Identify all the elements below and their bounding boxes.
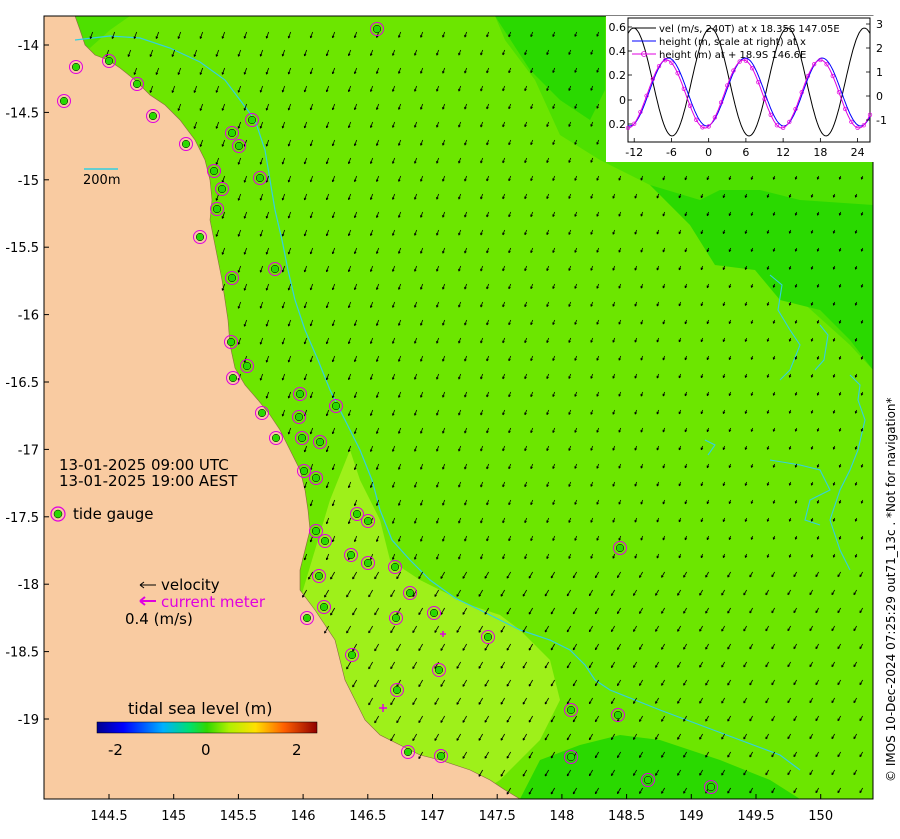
x-tick-label: 145 (161, 809, 186, 824)
inset-y-left-label: 0.2 (609, 118, 627, 131)
credit-text: © IMOS 10-Dec-2024 07:25:29 out71_13c . … (884, 397, 898, 782)
y-tick-label: -14 (18, 39, 39, 54)
colorbar-gradient (97, 722, 317, 733)
legend-tide-gauge-label: tide gauge (73, 505, 154, 523)
inset-x-tick-label: -6 (666, 146, 677, 159)
x-tick-label: 147.5 (479, 809, 516, 824)
inset-y-left-label: 0.2 (609, 69, 627, 82)
inset-y-right-label: -1 (876, 114, 887, 127)
inset-x-tick-label: 12 (776, 146, 790, 159)
inset-x-tick-label: 6 (742, 146, 749, 159)
x-tick-label: 146.5 (349, 809, 386, 824)
y-tick-label: -15 (18, 174, 39, 189)
y-tick-label: -16.5 (5, 376, 39, 391)
inset-legend-height-plus: height (m) at + 18.9S 146.6E (659, 50, 806, 61)
inset-x-tick-label: 24 (851, 146, 865, 159)
inset-y-right-label: 2 (876, 42, 883, 55)
y-tick-label: -17 (18, 443, 39, 458)
x-tick-label: 147 (420, 809, 445, 824)
scale-bar-label: 200m (83, 173, 120, 188)
x-tick-label: 146 (291, 809, 316, 824)
legend-velocity-label: velocity (161, 576, 220, 594)
legend-current-meter-label: current meter (161, 593, 266, 611)
y-tick-label: -15.5 (5, 241, 39, 256)
inset-x-tick-label: -12 (625, 146, 643, 159)
y-tick-label: -19 (18, 713, 39, 728)
y-tick-label: -14.5 (5, 106, 39, 121)
inset-y-left-label: 0 (619, 94, 626, 107)
inset-y-right-label: 1 (876, 66, 883, 79)
colorbar-tick-1: 0 (201, 741, 211, 759)
y-tick-label: -18 (18, 578, 39, 593)
timestamp-local: 13-01-2025 19:00 AEST (59, 472, 238, 490)
inset-y-right-label: 0 (876, 90, 883, 103)
x-tick-label: 149 (679, 809, 704, 824)
velocity-scale-label: 0.4 (m/s) (125, 610, 193, 628)
inset-y-right-label: 3 (876, 18, 883, 31)
x-tick-label: 145.5 (220, 809, 257, 824)
inset-y-left-label: 0.4 (609, 45, 627, 58)
colorbar-title: tidal sea level (m) (128, 699, 272, 718)
inset-legend-velocity: vel (m/s, 240T) at x 18.35S 147.05E (659, 24, 840, 35)
inset-x-tick-label: 18 (813, 146, 827, 159)
colorbar-tick-2: 2 (292, 741, 302, 759)
x-tick-label: 148 (549, 809, 574, 824)
inset-x-tick-label: 0 (705, 146, 712, 159)
y-tick-label: -16 (18, 309, 39, 324)
y-axis-ticks: -14 -14.5 -15 -15.5 -16 -16.5 -17 -17.5 -18 -18.5… (5, 39, 49, 728)
x-tick-label: 144.5 (90, 809, 127, 824)
y-tick-label: -18.5 (5, 646, 39, 661)
inset-timeseries-plot: vel (m/s, 240T) at x 18.35S 147.05E heig… (606, 16, 899, 162)
x-tick-label: 149.5 (737, 809, 774, 824)
colorbar-tick-0: -2 (108, 741, 123, 759)
x-tick-label: 148.5 (608, 809, 645, 824)
y-tick-label: -17.5 (5, 511, 39, 526)
inset-y-left-label: 0.6 (609, 21, 627, 34)
x-tick-label: 150 (808, 809, 833, 824)
tidal-map-svg: 200m 13-01-2025 09:00 UTC 13-01-2025 19:… (0, 0, 900, 834)
map-figure: 200m 13-01-2025 09:00 UTC 13-01-2025 19:… (0, 0, 900, 834)
inset-legend-height-x: height (m, scale at right) at x (659, 37, 806, 48)
